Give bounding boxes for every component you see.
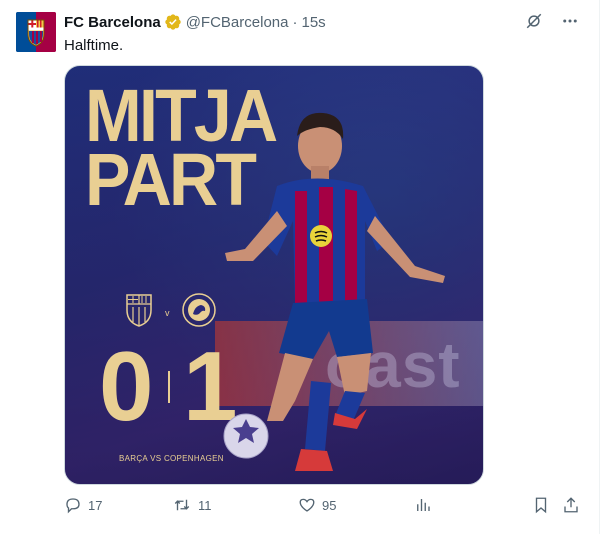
score-divider — [168, 371, 170, 403]
share-button[interactable] — [562, 496, 586, 514]
author-name[interactable]: FC Barcelona — [64, 14, 161, 31]
tweet: FC Barcelona @FCBarcelona · 15s Halftime… — [0, 0, 600, 534]
reply-button[interactable]: 17 — [64, 496, 102, 514]
copenhagen-crest-icon — [182, 293, 216, 327]
headline-line-2: PART — [85, 138, 257, 221]
reply-count: 17 — [88, 497, 103, 513]
versus-label: v — [165, 308, 170, 318]
views-button[interactable] — [414, 496, 438, 514]
verified-badge-icon — [164, 13, 182, 31]
ball-image — [223, 413, 269, 459]
share-icon — [564, 497, 578, 513]
tweet-image[interactable]: oast MITJA PART v 0 1 BARÇA VS COPENHAGE… — [64, 65, 484, 485]
action-bar: 17 11 95 — [64, 496, 584, 518]
headline: MITJA PART — [85, 79, 278, 221]
match-label: BARÇA VS COPENHAGEN — [119, 454, 224, 463]
author-handle[interactable]: @FCBarcelona — [186, 14, 289, 31]
heart-icon — [299, 498, 315, 512]
tweet-header: FC Barcelona @FCBarcelona · 15s — [64, 12, 326, 32]
views-icon — [417, 499, 430, 511]
bookmark-icon — [535, 497, 547, 514]
top-actions — [523, 10, 581, 32]
separator-dot: · — [292, 13, 298, 31]
repost-count: 11 — [198, 497, 212, 513]
score-home: 0 — [99, 331, 154, 441]
repost-button[interactable]: 11 — [172, 496, 212, 514]
grok-icon[interactable] — [523, 10, 545, 32]
tweet-text: Halftime. — [64, 37, 124, 54]
timestamp[interactable]: 15s — [301, 14, 325, 31]
like-count: 95 — [322, 497, 337, 513]
avatar[interactable] — [16, 12, 56, 52]
bookmark-button[interactable] — [532, 496, 556, 514]
repost-icon — [174, 499, 190, 511]
barca-crest-icon — [126, 294, 152, 327]
like-button[interactable]: 95 — [298, 496, 336, 514]
more-icon[interactable] — [559, 10, 581, 32]
reply-icon — [66, 498, 80, 514]
